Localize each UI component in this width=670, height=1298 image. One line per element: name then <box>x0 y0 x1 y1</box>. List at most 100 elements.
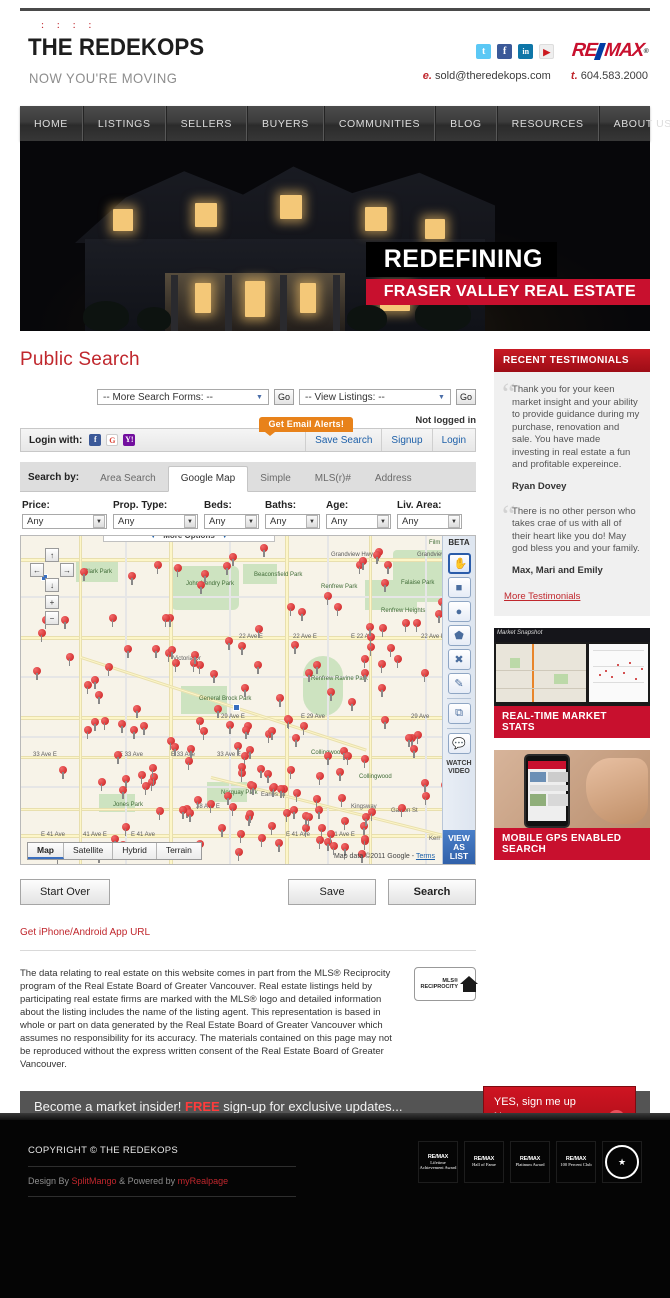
map-listing-pin[interactable] <box>372 551 382 565</box>
map-listing-pin[interactable] <box>245 746 255 760</box>
map-listing-pin[interactable] <box>290 641 300 655</box>
map-listing-pin[interactable] <box>304 812 313 826</box>
map-listing-pin[interactable] <box>94 690 104 704</box>
draw-freehand-tool[interactable]: ✎ <box>447 673 471 694</box>
map-listing-pin[interactable] <box>118 786 128 800</box>
map-listing-pin[interactable] <box>90 675 100 689</box>
map-listing-pin[interactable] <box>312 661 322 675</box>
map-listing-pin[interactable] <box>421 791 430 805</box>
more-options-bar[interactable]: ▼ More Options ▼ <box>103 536 275 542</box>
tab-mls-number[interactable]: MLS(r)# <box>303 467 363 491</box>
map-listing-pin[interactable] <box>228 553 238 567</box>
map-listing-pin[interactable] <box>37 628 46 642</box>
signup-link[interactable]: Signup <box>381 429 431 451</box>
map-listing-pin[interactable] <box>240 684 250 698</box>
map-listing-pin[interactable] <box>225 720 235 734</box>
more-forms-go-button[interactable]: Go <box>274 389 295 405</box>
map-listing-pin[interactable] <box>323 752 333 766</box>
map-listing-pin[interactable] <box>79 567 89 581</box>
map-listing-pin[interactable] <box>409 744 419 758</box>
map-listing-pin[interactable] <box>292 789 301 803</box>
map-pan-left-button[interactable]: ← <box>30 563 44 577</box>
map-listing-pin[interactable] <box>274 839 284 853</box>
map-listing-pin[interactable] <box>58 766 68 780</box>
map-pan-down-button[interactable]: ↓ <box>45 578 59 592</box>
rectangle-tool[interactable]: ■ <box>447 577 471 598</box>
map-listing-pin[interactable] <box>315 772 324 785</box>
tab-simple[interactable]: Simple <box>248 467 303 491</box>
twitter-icon[interactable]: t <box>476 43 492 59</box>
map-listing-pin[interactable] <box>377 659 386 673</box>
map-listing-pin[interactable] <box>233 741 243 755</box>
map-type-satellite[interactable]: Satellite <box>64 843 114 859</box>
map-listing-pin[interactable] <box>347 697 357 711</box>
map-listing-pin[interactable] <box>245 809 255 823</box>
map-listing-pin[interactable] <box>378 623 387 637</box>
map-listing-pin[interactable] <box>323 591 332 605</box>
map-listing-pin[interactable] <box>289 805 298 819</box>
map-listing-pin[interactable] <box>108 614 117 628</box>
nav-item-about-us[interactable]: ABOUT US <box>598 106 670 141</box>
map-listing-pin[interactable] <box>127 571 137 585</box>
map-listing-pin[interactable] <box>358 557 368 571</box>
map-listing-pin[interactable] <box>228 802 237 816</box>
map-listing-pin[interactable] <box>299 721 308 735</box>
map-terms-link[interactable]: Terms <box>416 853 435 860</box>
map-listing-pin[interactable] <box>263 770 273 784</box>
filter-liv-area-select[interactable]: Any ▼ <box>397 514 462 529</box>
map-listing-pin[interactable] <box>170 742 180 756</box>
map-listing-pin[interactable] <box>141 782 150 796</box>
map-listing-pin[interactable] <box>297 608 307 622</box>
map-listing-pin[interactable] <box>173 564 182 578</box>
map-listing-pin[interactable] <box>393 654 402 668</box>
map-listing-pin[interactable] <box>121 823 130 837</box>
map-listing-pin[interactable] <box>65 653 74 667</box>
map-listing-pin[interactable] <box>151 645 161 659</box>
map-listing-pin[interactable] <box>267 727 277 741</box>
map-listing-pin[interactable] <box>343 751 352 765</box>
map-listing-pin[interactable] <box>100 717 109 731</box>
map-listing-pin[interactable] <box>333 602 342 616</box>
map-listing-pin[interactable] <box>139 721 149 735</box>
nav-item-communities[interactable]: COMMUNITIES <box>323 106 436 141</box>
map-listing-pin[interactable] <box>253 661 263 675</box>
mobile-app-link[interactable]: Get iPhone/Android App URL <box>20 927 476 938</box>
remax-logo[interactable]: RE MAX ® <box>571 40 649 62</box>
map-type-hybrid[interactable]: Hybrid <box>113 843 157 859</box>
save-search-link[interactable]: Save Search <box>305 429 381 451</box>
map-listing-pin[interactable] <box>360 655 369 669</box>
map-listing-pin[interactable] <box>286 766 295 780</box>
linkedin-icon[interactable]: in <box>518 43 534 59</box>
map-listing-pin[interactable] <box>254 624 263 638</box>
map-listing-pin[interactable] <box>360 668 370 682</box>
view-as-list-button[interactable]: VIEW AS LIST <box>443 830 475 864</box>
logo-name[interactable]: THE REDEKOPS <box>28 34 204 62</box>
map-listing-pin[interactable] <box>132 705 142 719</box>
map-listing-pin[interactable] <box>237 642 247 656</box>
view-listings-go-button[interactable]: Go <box>456 389 477 405</box>
tab-address[interactable]: Address <box>363 467 424 491</box>
circle-tool[interactable]: ● <box>447 601 471 622</box>
map-type-terrain[interactable]: Terrain <box>156 843 201 859</box>
map-zoom-in-button[interactable]: + <box>45 595 59 609</box>
filter-baths-select[interactable]: Any ▼ <box>265 514 320 529</box>
tab-google-map[interactable]: Google Map <box>167 466 249 492</box>
map-listing-pin[interactable] <box>337 794 346 808</box>
clear-shapes-tool[interactable]: ✖ <box>447 649 471 670</box>
map-listing-pin[interactable] <box>32 666 42 680</box>
get-email-alerts-button[interactable]: Get Email Alerts! <box>259 417 354 436</box>
map-listing-pin[interactable] <box>153 560 162 574</box>
map-listing-pin[interactable] <box>161 613 170 627</box>
map-listing-pin[interactable] <box>171 659 180 673</box>
view-listings-select[interactable]: -- View Listings: -- ▼ <box>299 389 452 405</box>
google-login-icon[interactable]: G <box>106 434 119 446</box>
map-listing-pin[interactable] <box>267 822 276 836</box>
polygon-tool[interactable]: ⬟ <box>447 625 471 646</box>
map-listing-pin[interactable] <box>326 830 335 844</box>
map-listing-pin[interactable] <box>195 716 204 730</box>
map-listing-pin[interactable] <box>401 619 410 633</box>
more-search-forms-select[interactable]: -- More Search Forms: -- ▼ <box>97 389 269 405</box>
comment-tool[interactable]: 💬 <box>447 733 471 754</box>
map-listing-pin[interactable] <box>301 824 310 838</box>
map-listing-pin[interactable] <box>83 726 92 740</box>
